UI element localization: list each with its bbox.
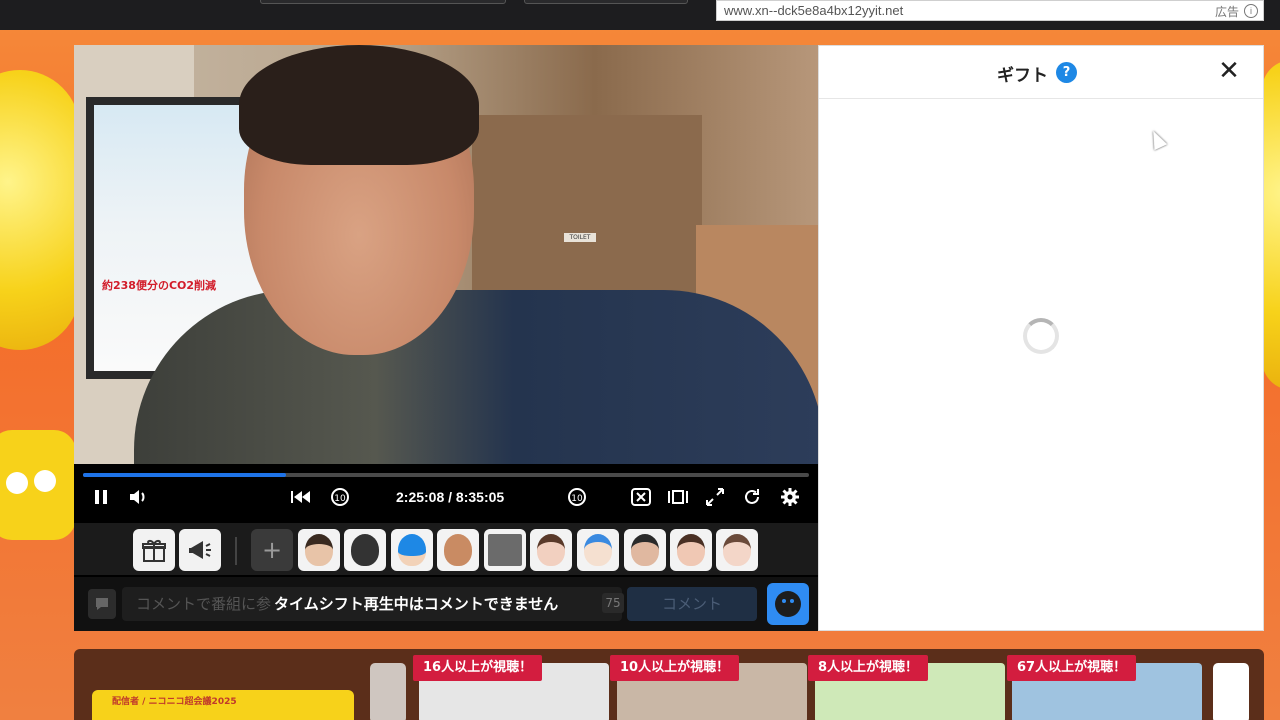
event-banner[interactable]: 配信者 / ニコニコ超会議2025 xyxy=(92,690,354,720)
speech-bubble-decoration xyxy=(0,430,76,540)
gift-row: + xyxy=(74,523,818,575)
emotion-avatar[interactable] xyxy=(577,529,619,571)
help-icon[interactable]: ? xyxy=(1056,62,1077,83)
pause-icon[interactable] xyxy=(90,486,112,508)
emotion-avatar[interactable] xyxy=(624,529,666,571)
gift-icon xyxy=(142,540,166,562)
face-icon xyxy=(775,591,801,617)
ad-url[interactable]: www.xn--dck5e8a4bx12yyit.net xyxy=(724,3,903,18)
emotion-avatar[interactable] xyxy=(530,529,572,571)
viewer-count-badge: 16人以上が視聴！ xyxy=(413,655,543,681)
door-label: TOILET xyxy=(564,233,596,242)
carousel-prev-button[interactable] xyxy=(370,663,406,720)
gift-panel-header: ギフト ? ✕ xyxy=(819,46,1263,99)
gift-button[interactable] xyxy=(133,529,175,571)
seek-bar[interactable] xyxy=(83,473,809,477)
comment-char-count: 75 xyxy=(602,593,624,613)
loading-spinner-icon xyxy=(1023,318,1059,354)
comment-row: コメントで番組に参 タイムシフト再生中はコメントできません 75 コメント xyxy=(74,577,818,631)
comment-disabled-notice: タイムシフト再生中はコメントできません xyxy=(274,595,559,613)
divider xyxy=(235,537,237,565)
emotion-avatar[interactable] xyxy=(298,529,340,571)
emotion-avatar[interactable] xyxy=(670,529,712,571)
recommendations-bar: 配信者 / ニコニコ超会議2025 16人以上が視聴！ 10人以上が視聴！ 8人… xyxy=(74,649,1264,720)
time-display: 2:25:08 / 8:35:05 xyxy=(396,489,505,505)
background-decoration-right xyxy=(1262,60,1280,390)
forward-10-icon[interactable]: 10 xyxy=(566,486,588,508)
advertise-button[interactable] xyxy=(179,529,221,571)
seek-bar-progress xyxy=(83,473,287,477)
emotion-avatar[interactable] xyxy=(484,529,526,571)
skip-back-icon[interactable] xyxy=(290,486,312,508)
person-hair xyxy=(239,45,479,165)
background-decoration xyxy=(0,70,80,350)
svg-text:10: 10 xyxy=(571,494,583,504)
poster-text: 約238便分のCO2削減 xyxy=(102,279,217,292)
volume-icon[interactable] xyxy=(127,486,149,508)
emotion-avatar[interactable] xyxy=(391,529,433,571)
comment-toggle-icon[interactable] xyxy=(630,486,652,508)
video-frame[interactable]: 約238便分のCO2削減 TOILET xyxy=(74,45,818,464)
theater-mode-icon[interactable] xyxy=(667,486,689,508)
gift-panel: ギフト ? ✕ xyxy=(818,45,1264,631)
emoji-button[interactable] xyxy=(767,583,809,625)
emotion-avatar[interactable] xyxy=(344,529,386,571)
gift-panel-title: ギフト xyxy=(997,66,1048,86)
svg-text:10: 10 xyxy=(334,494,346,504)
emotion-avatar[interactable] xyxy=(437,529,479,571)
viewer-count-badge: 67人以上が視聴！ xyxy=(1007,655,1137,681)
settings-gear-icon[interactable] xyxy=(779,486,801,508)
emotion-avatar[interactable] xyxy=(716,529,758,571)
top-nav-button[interactable] xyxy=(524,0,688,4)
top-nav-field[interactable] xyxy=(260,0,506,4)
comment-icon[interactable] xyxy=(88,589,116,619)
carousel-next-button[interactable] xyxy=(1213,663,1249,720)
ad-banner[interactable]: www.xn--dck5e8a4bx12yyit.net 広告 i xyxy=(716,0,1264,21)
person-jacket xyxy=(134,290,818,464)
ad-label: 広告 xyxy=(1214,5,1239,19)
player-controls: 10 2:25:08 / 8:35:05 10 xyxy=(74,481,818,515)
reload-icon[interactable] xyxy=(741,486,763,508)
ad-info-icon[interactable]: i xyxy=(1244,4,1258,18)
fullscreen-icon[interactable] xyxy=(704,486,726,508)
rewind-10-icon[interactable]: 10 xyxy=(329,486,351,508)
add-emotion-button[interactable]: + xyxy=(251,529,293,571)
video-player: 約238便分のCO2削減 TOILET 10 2:25:08 / 8:35:05… xyxy=(74,45,818,631)
viewer-count-badge: 10人以上が視聴！ xyxy=(610,655,740,681)
viewer-count-badge: 8人以上が視聴！ xyxy=(808,655,929,681)
comment-submit-button[interactable]: コメント xyxy=(627,587,757,621)
megaphone-icon xyxy=(189,541,211,559)
close-icon[interactable]: ✕ xyxy=(1217,58,1241,84)
